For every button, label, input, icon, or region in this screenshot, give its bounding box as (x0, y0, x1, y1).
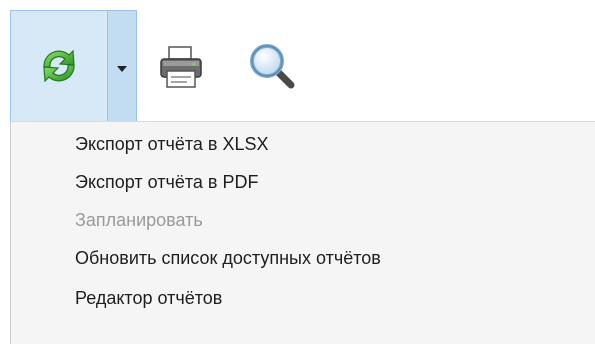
chevron-down-icon (117, 66, 127, 72)
refresh-icon (43, 49, 75, 83)
toolbar (10, 10, 595, 122)
refresh-button[interactable] (11, 11, 107, 121)
printer-icon (160, 46, 202, 88)
print-button[interactable] (142, 10, 220, 122)
refresh-dropdown-menu: Экспорт отчёта в XLSX Экспорт отчёта в P… (10, 121, 595, 344)
magnifier-icon (250, 44, 295, 89)
refresh-dropdown-toggle[interactable] (108, 11, 136, 121)
menu-item-export-pdf[interactable]: Экспорт отчёта в PDF (75, 170, 259, 194)
menu-item-refresh-report-list[interactable]: Обновить список доступных отчётов (75, 246, 381, 270)
menu-item-schedule: Запланировать (75, 210, 203, 230)
refresh-split-button[interactable] (10, 10, 137, 122)
menu-item-export-xlsx[interactable]: Экспорт отчёта в XLSX (75, 132, 269, 156)
search-button[interactable] (233, 10, 311, 122)
menu-item-report-editor[interactable]: Редактор отчётов (75, 286, 222, 310)
report-window: Экспорт отчёта в XLSX Экспорт отчёта в P… (0, 0, 595, 344)
